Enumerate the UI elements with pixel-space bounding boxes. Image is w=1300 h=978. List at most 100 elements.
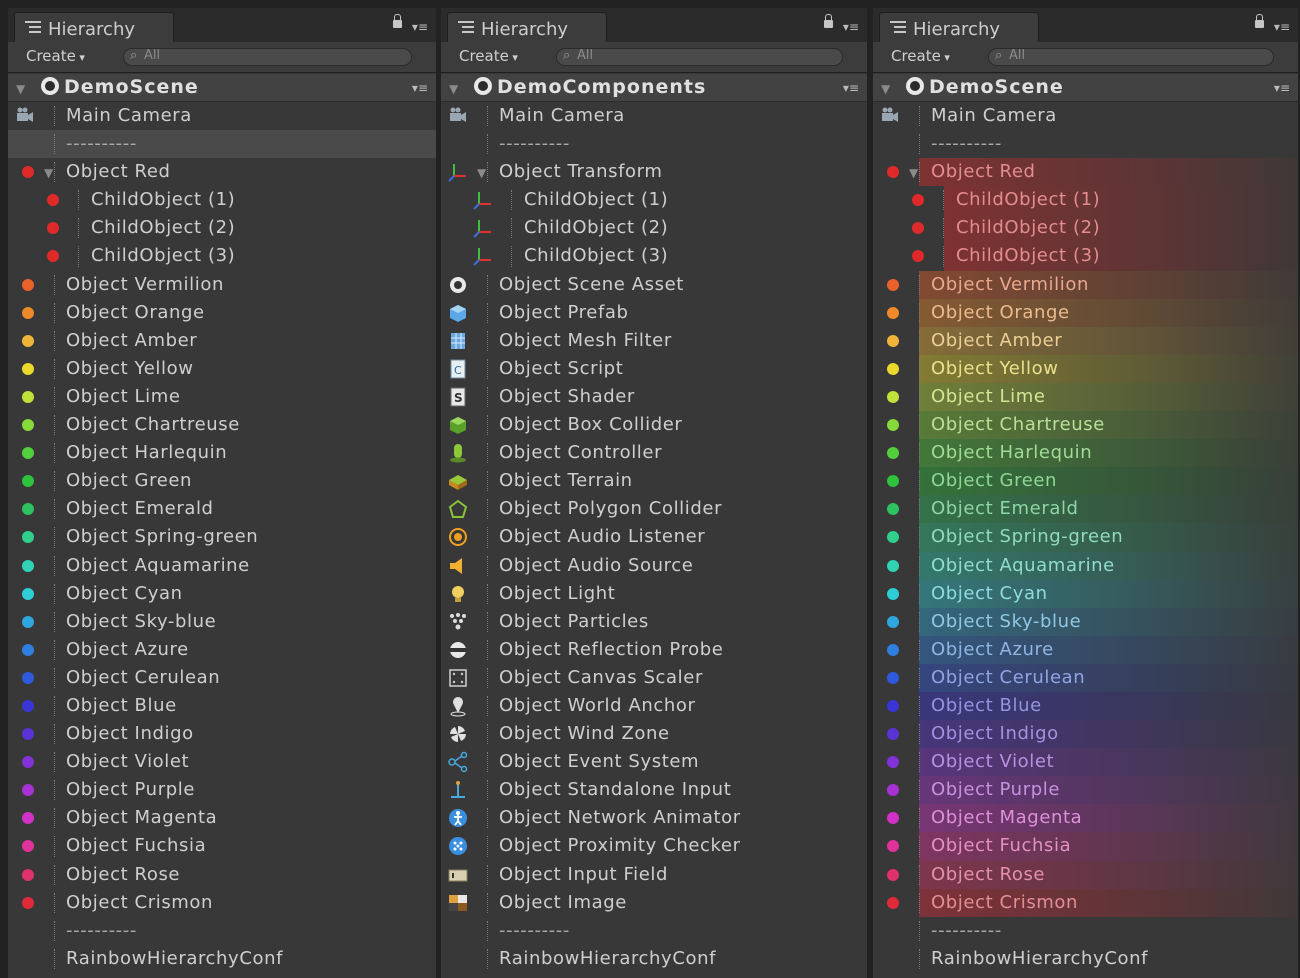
hierarchy-item[interactable]: ChildObject (1) [873,186,1298,215]
hierarchy-item[interactable]: Object Indigo [873,720,1298,749]
create-dropdown[interactable]: Create ▾ [26,47,85,65]
hierarchy-item[interactable]: Object Terrain [441,467,867,495]
expand-triangle-icon[interactable]: ▼ [477,166,486,180]
expand-triangle-icon[interactable]: ▼ [881,82,890,96]
expand-triangle-icon[interactable]: ▼ [449,82,458,96]
panel-menu-icon[interactable]: ▾≡ [843,20,859,34]
hierarchy-item[interactable]: ChildObject (2) [8,214,436,242]
hierarchy-item[interactable]: Object Violet [873,748,1298,777]
expand-triangle-icon[interactable]: ▼ [44,166,53,180]
hierarchy-item[interactable]: Object Orange [8,299,436,327]
scene-header[interactable]: ▼ DemoScene ▾≡ [8,74,436,102]
hierarchy-item[interactable]: Object Input Field [441,861,867,889]
search-input[interactable]: ⌕ All [988,48,1274,66]
tab-hierarchy[interactable]: Hierarchy [879,12,1039,42]
hierarchy-item[interactable]: Object Magenta [873,804,1298,833]
hierarchy-item[interactable]: C Object Script [441,355,867,383]
hierarchy-item[interactable]: Object Aquamarine [8,552,436,580]
scene-header[interactable]: ▼ DemoComponents ▾≡ [441,74,867,102]
hierarchy-item[interactable]: Object Cerulean [873,663,1298,692]
hierarchy-item[interactable]: Object Harlequin [8,439,436,467]
scene-menu-icon[interactable]: ▾≡ [1274,81,1290,95]
hierarchy-item[interactable]: Object Vermilion [8,271,436,299]
lock-icon[interactable] [824,14,833,28]
hierarchy-item[interactable]: Object Audio Source [441,552,867,580]
hierarchy-item[interactable]: Object Fuchsia [873,832,1298,861]
panel-menu-icon[interactable]: ▾≡ [1274,20,1290,34]
hierarchy-item[interactable]: Object Emerald [8,495,436,523]
hierarchy-item[interactable]: ChildObject (3) [441,242,867,270]
hierarchy-item[interactable]: Object Reflection Probe [441,636,867,664]
hierarchy-item[interactable]: Object Network Animator [441,804,867,832]
hierarchy-item[interactable]: Object Standalone Input [441,776,867,804]
hierarchy-item[interactable]: ▼ Object Red [8,158,436,186]
panel-menu-icon[interactable]: ▾≡ [412,20,428,34]
hierarchy-item[interactable]: Object Wind Zone [441,720,867,748]
lock-icon[interactable] [1255,14,1264,28]
hierarchy-item[interactable]: Object Harlequin [873,439,1298,468]
hierarchy-item[interactable]: Object Lime [873,382,1298,412]
hierarchy-item[interactable]: S Object Shader [441,383,867,411]
hierarchy-item[interactable]: Object Purple [873,776,1298,805]
hierarchy-item[interactable]: Object Event System [441,748,867,776]
hierarchy-item[interactable]: Object Rose [873,860,1298,889]
hierarchy-item[interactable]: Object Purple [8,776,436,804]
hierarchy-item[interactable]: Object Particles [441,608,867,636]
create-dropdown[interactable]: Create ▾ [459,47,518,65]
hierarchy-item[interactable]: Object Amber [8,327,436,355]
search-input[interactable]: ⌕ All [556,48,843,66]
scene-menu-icon[interactable]: ▾≡ [843,81,859,95]
hierarchy-item[interactable]: Object Spring-green [873,523,1298,552]
hierarchy-item[interactable]: Object Prefab [441,299,867,327]
hierarchy-item[interactable]: Object Mesh Filter [441,327,867,355]
hierarchy-item[interactable]: Object Magenta [8,804,436,832]
hierarchy-item[interactable]: Object Fuchsia [8,832,436,860]
scene-menu-icon[interactable]: ▾≡ [412,81,428,95]
hierarchy-item[interactable]: Main Camera [441,102,867,130]
hierarchy-item[interactable]: Object Yellow [8,355,436,383]
hierarchy-item[interactable]: Object Canvas Scaler [441,664,867,692]
lock-icon[interactable] [393,14,402,28]
create-dropdown[interactable]: Create ▾ [891,47,950,65]
hierarchy-item[interactable]: Object Cyan [873,579,1298,608]
hierarchy-item[interactable]: Object Sky-blue [873,607,1298,636]
config-row[interactable]: RainbowHierarchyConf [8,945,436,973]
tab-hierarchy[interactable]: Hierarchy [447,12,607,42]
tab-hierarchy[interactable]: Hierarchy [14,12,174,42]
hierarchy-item[interactable]: Object Emerald [873,495,1298,524]
hierarchy-item[interactable]: ChildObject (1) [8,186,436,214]
hierarchy-item[interactable]: Object Image [441,889,867,917]
config-row[interactable]: RainbowHierarchyConf [441,945,867,973]
scene-header[interactable]: ▼ DemoScene ▾≡ [873,74,1298,102]
hierarchy-item[interactable]: ChildObject (1) [441,186,867,214]
hierarchy-item[interactable]: ChildObject (2) [441,214,867,242]
hierarchy-item[interactable]: Object Scene Asset [441,271,867,299]
hierarchy-item[interactable]: Object Rose [8,861,436,889]
config-row[interactable]: RainbowHierarchyConf [873,945,1298,973]
hierarchy-item[interactable]: Main Camera [8,102,436,130]
hierarchy-item[interactable]: Object Orange [873,298,1298,327]
hierarchy-item[interactable]: Object Amber [873,326,1298,355]
hierarchy-item[interactable]: Object Crismon [8,889,436,917]
hierarchy-item[interactable]: Object Controller [441,439,867,467]
hierarchy-item[interactable]: Object Indigo [8,720,436,748]
hierarchy-item[interactable]: Object Vermilion [873,270,1298,299]
hierarchy-item[interactable]: Object Box Collider [441,411,867,439]
hierarchy-item[interactable]: Object Chartreuse [873,411,1298,440]
hierarchy-item[interactable]: ▼ Object Transform [441,158,867,186]
hierarchy-item[interactable]: Object Green [8,467,436,495]
hierarchy-item[interactable]: Object Azure [8,636,436,664]
hierarchy-item[interactable]: Object World Anchor [441,692,867,720]
hierarchy-item[interactable]: Object Spring-green [8,523,436,551]
hierarchy-item[interactable]: Object Azure [873,635,1298,664]
hierarchy-item[interactable]: Object Audio Listener [441,523,867,551]
hierarchy-item[interactable]: Object Light [441,580,867,608]
hierarchy-item[interactable]: Object Crismon [873,888,1298,917]
hierarchy-item[interactable]: ChildObject (2) [873,214,1298,243]
hierarchy-item[interactable]: Object Cerulean [8,664,436,692]
hierarchy-item[interactable]: ▼ Object Red [873,158,1298,187]
hierarchy-item[interactable]: Object Yellow [873,354,1298,383]
hierarchy-item[interactable]: Object Chartreuse [8,411,436,439]
expand-triangle-icon[interactable]: ▼ [16,82,25,96]
hierarchy-item[interactable]: Object Proximity Checker [441,832,867,860]
